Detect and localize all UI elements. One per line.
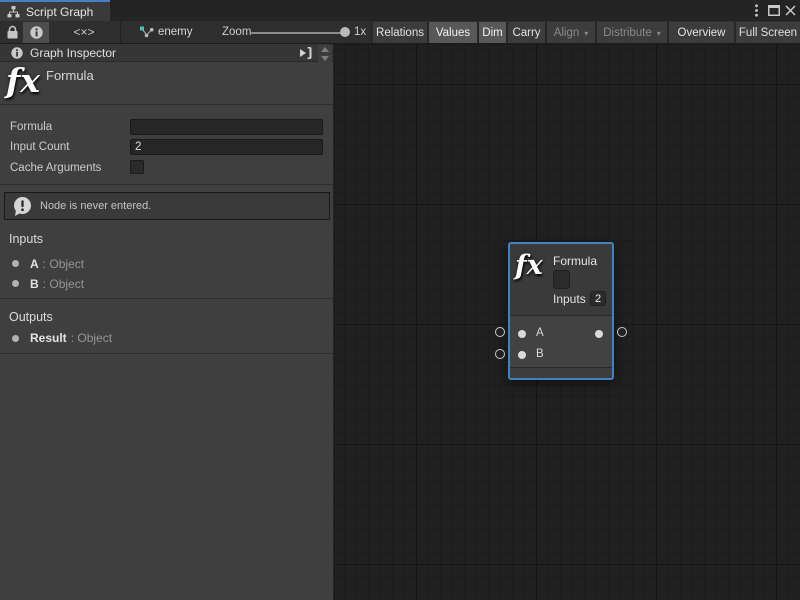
breadcrumb-label: enemy xyxy=(158,26,193,38)
node-inputs-label: Inputs xyxy=(553,292,586,306)
distribute-dropdown[interactable]: Distribute▾ xyxy=(597,22,667,43)
input-count-label: Input Count xyxy=(10,139,69,155)
port-bullet-icon xyxy=(12,335,19,342)
panel-title: Graph Inspector xyxy=(30,46,116,60)
formula-node[interactable]: fx Formula Inputs 2 A B xyxy=(508,242,614,380)
close-icon[interactable] xyxy=(782,0,799,21)
formula-field-label: Formula xyxy=(10,119,52,135)
stepper-down-icon[interactable] xyxy=(318,54,332,62)
align-dropdown[interactable]: Align▾ xyxy=(547,22,595,43)
dropdown-caret-icon: ▾ xyxy=(584,29,588,38)
toolbar-separator xyxy=(371,21,372,43)
cache-arguments-checkbox[interactable] xyxy=(130,160,144,174)
breadcrumb[interactable]: enemy xyxy=(139,21,193,43)
input-connector-ring-b[interactable] xyxy=(495,349,505,359)
input-row-a: A : Object xyxy=(0,257,333,271)
tab-label: Script Graph xyxy=(26,5,93,19)
divider xyxy=(0,184,333,185)
input-count-input[interactable]: 2 xyxy=(130,139,323,155)
warning-text: Node is never entered. xyxy=(40,200,151,212)
info-icon xyxy=(11,47,23,59)
input-port-a[interactable] xyxy=(518,330,526,338)
input-port-b[interactable] xyxy=(518,351,526,359)
toolbar-buttons: Relations Values Dim Carry Align▾ Distri… xyxy=(373,22,800,43)
formula-input[interactable] xyxy=(130,119,323,135)
fx-icon: fx xyxy=(6,64,40,97)
node-inputs-input[interactable]: 2 xyxy=(590,291,606,306)
divider xyxy=(0,298,333,299)
panel-stepper xyxy=(318,44,332,62)
formula-node-footer xyxy=(510,367,612,378)
kebab-menu-icon[interactable] xyxy=(748,0,765,21)
input-connector-ring-a[interactable] xyxy=(495,327,505,337)
zoom-label: Zoom xyxy=(222,21,251,43)
code-view-icon[interactable]: <×> xyxy=(72,24,96,40)
inspector-node-title: Formula xyxy=(46,68,94,83)
outputs-section-header: Outputs xyxy=(9,310,53,324)
zoom-slider-knob[interactable] xyxy=(340,27,350,37)
overview-button[interactable]: Overview xyxy=(669,22,734,43)
maximize-icon[interactable] xyxy=(765,0,782,21)
input-row-b: B : Object xyxy=(0,277,333,291)
input-port-b-label: B xyxy=(536,348,544,360)
port-bullet-icon xyxy=(12,260,19,267)
script-graph-icon xyxy=(7,5,20,18)
output-connector-ring[interactable] xyxy=(617,327,627,337)
warning-box: Node is never entered. xyxy=(4,192,330,220)
fx-icon: fx xyxy=(515,251,543,281)
tab-script-graph[interactable]: Script Graph xyxy=(0,0,110,21)
cache-arguments-label: Cache Arguments xyxy=(10,160,101,176)
graph-canvas[interactable]: fx Formula Inputs 2 A B xyxy=(334,44,800,600)
lock-icon[interactable] xyxy=(5,25,19,40)
toolbar-separator xyxy=(120,21,121,43)
values-button[interactable]: Values xyxy=(429,22,477,43)
dim-button[interactable]: Dim xyxy=(479,22,506,43)
info-icon xyxy=(30,26,43,39)
formula-node-header[interactable]: fx Formula Inputs 2 xyxy=(510,244,612,315)
zoom-slider-track[interactable] xyxy=(251,32,349,34)
inspector-toggle-button[interactable] xyxy=(23,22,49,43)
inputs-section-header: Inputs xyxy=(9,232,43,246)
node-formula-input[interactable] xyxy=(553,270,570,289)
divider xyxy=(0,104,333,105)
node-title: Formula xyxy=(553,254,597,268)
window-controls xyxy=(748,0,800,21)
title-bar: Script Graph xyxy=(0,0,800,21)
dropdown-caret-icon: ▾ xyxy=(657,29,661,38)
dock-right-icon[interactable] xyxy=(299,47,312,59)
formula-node-body: A B xyxy=(510,315,612,367)
port-bullet-icon xyxy=(12,280,19,287)
graph-asset-icon xyxy=(139,25,154,39)
graph-inspector-header: Graph Inspector xyxy=(0,44,333,62)
divider xyxy=(0,353,333,354)
toolbar: <×> enemy Zoom 1x Relations Values Dim C… xyxy=(0,21,800,44)
graph-inspector-panel: Graph Inspector fx Formula Formula Input… xyxy=(0,44,334,600)
stepper-up-icon[interactable] xyxy=(318,45,332,53)
carry-button[interactable]: Carry xyxy=(508,22,545,43)
relations-button[interactable]: Relations xyxy=(373,22,427,43)
warning-bubble-icon xyxy=(12,196,33,217)
output-port-result[interactable] xyxy=(595,330,603,338)
input-port-a-label: A xyxy=(536,327,544,339)
zoom-value: 1x xyxy=(354,21,366,43)
output-row-result: Result : Object xyxy=(0,331,333,345)
full-screen-button[interactable]: Full Screen xyxy=(736,22,800,43)
